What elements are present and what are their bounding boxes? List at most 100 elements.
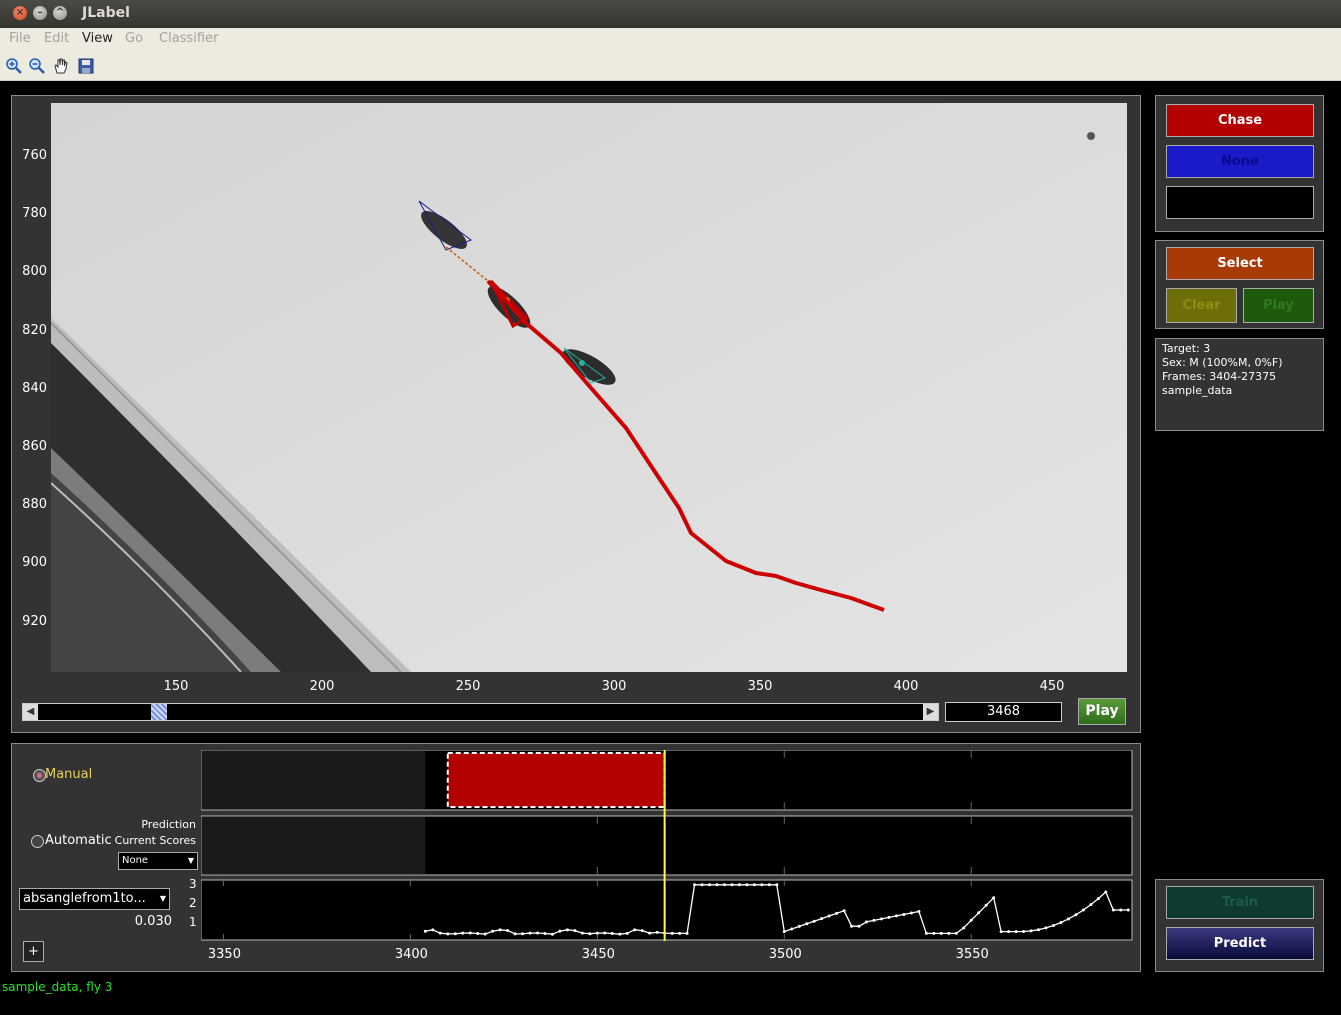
feature-point	[850, 924, 854, 928]
feature-select-value: absanglefrom1to...	[23, 891, 146, 906]
feature-plot-track[interactable]	[201, 879, 1133, 941]
no-data-region	[202, 751, 426, 809]
frames-text: Frames: 3404-27375	[1162, 370, 1277, 383]
feature-point	[536, 931, 540, 935]
feature-point	[700, 883, 704, 887]
feature-point	[595, 931, 599, 935]
feature-point	[820, 917, 824, 921]
slider-left-arrow-icon[interactable]: ◀	[23, 704, 38, 720]
predict-button[interactable]: Predict	[1166, 927, 1314, 960]
feature-point	[513, 932, 517, 936]
timeline-y-tick: 3	[189, 877, 197, 891]
zoom-out-icon[interactable]	[28, 57, 46, 75]
feature-point	[715, 883, 719, 887]
scores-select[interactable]: None ▼	[118, 852, 198, 870]
feature-point	[423, 929, 427, 933]
save-icon[interactable]	[77, 57, 95, 75]
feature-point	[947, 931, 951, 935]
menu-classifier[interactable]: Classifier	[159, 31, 218, 46]
slider-right-arrow-icon[interactable]: ▶	[923, 704, 938, 720]
video-x-tick: 400	[893, 679, 919, 694]
feature-point	[805, 922, 809, 926]
video-frame[interactable]	[51, 103, 1127, 672]
slider-thumb[interactable]	[151, 704, 168, 720]
feature-point	[678, 931, 682, 935]
minimize-window-icon[interactable]: –	[33, 6, 47, 20]
video-x-tick: 300	[601, 679, 627, 694]
frame-number-input[interactable]: 3468	[945, 702, 1062, 722]
feature-point	[685, 931, 689, 935]
none-label-button[interactable]: None	[1166, 145, 1314, 178]
fly-center	[579, 360, 585, 366]
menu-go[interactable]: Go	[125, 31, 143, 46]
menu-edit[interactable]: Edit	[44, 31, 69, 46]
chase-label-button[interactable]: Chase	[1166, 104, 1314, 137]
feature-point	[782, 930, 786, 934]
feature-point	[1059, 921, 1063, 925]
frame-slider[interactable]: ◀ ▶	[22, 703, 939, 721]
feature-point	[1044, 926, 1048, 930]
feature-point	[1119, 908, 1123, 912]
add-feature-button[interactable]: +	[23, 941, 44, 962]
pan-hand-icon[interactable]	[52, 57, 70, 75]
feature-point	[1029, 929, 1033, 933]
feature-point	[1074, 913, 1078, 917]
feature-point	[543, 932, 547, 936]
feature-point	[446, 932, 450, 936]
feature-point	[722, 883, 726, 887]
feature-point	[648, 931, 652, 935]
timeline-tracks[interactable]	[201, 750, 1133, 942]
chevron-down-icon: ▼	[159, 894, 166, 903]
timeline-y-tick: 1	[189, 915, 197, 929]
video-x-tick: 150	[163, 679, 189, 694]
automatic-radio[interactable]	[31, 835, 44, 848]
feature-point	[737, 883, 741, 887]
feature-select[interactable]: absanglefrom1to... ▼	[19, 888, 170, 910]
train-button[interactable]: Train	[1166, 886, 1314, 919]
video-x-tick: 250	[455, 679, 481, 694]
feature-point	[453, 932, 457, 936]
timeline-x-tick: 3550	[955, 947, 989, 962]
feature-point	[887, 915, 891, 919]
select-button[interactable]: Select	[1166, 247, 1314, 280]
no-data-region	[202, 817, 426, 874]
feature-point	[969, 918, 973, 922]
feature-point	[1007, 930, 1011, 934]
clear-button[interactable]: Clear	[1166, 288, 1237, 323]
feature-point	[932, 931, 936, 935]
feature-point	[550, 932, 554, 936]
chase-label-bout[interactable]	[446, 752, 666, 808]
feature-point	[438, 931, 442, 935]
feature-point	[625, 931, 629, 935]
feature-point	[1096, 897, 1100, 901]
close-window-icon[interactable]: ×	[13, 6, 27, 20]
video-y-tick: 920	[22, 613, 47, 629]
select-panel: Select Clear Play	[1155, 240, 1324, 329]
menu-file[interactable]: File	[9, 31, 31, 46]
play-selection-button[interactable]: Play	[1243, 288, 1314, 323]
unlabeled-button[interactable]	[1166, 186, 1314, 219]
play-video-button[interactable]: Play	[1078, 698, 1126, 725]
feature-point	[730, 883, 734, 887]
feature-point	[618, 932, 622, 936]
feature-point	[588, 932, 592, 936]
feature-point	[655, 930, 659, 934]
video-x-tick: 350	[747, 679, 773, 694]
maximize-window-icon[interactable]: ^	[53, 6, 67, 20]
feature-point	[865, 920, 869, 924]
timeline-x-tick: 3350	[207, 947, 241, 962]
feature-point	[1104, 890, 1108, 894]
sex-text: Sex: M (100%M, 0%F)	[1162, 356, 1283, 369]
feature-value: 0.030	[134, 914, 172, 929]
menu-view[interactable]: View	[82, 31, 113, 46]
feature-point	[962, 926, 966, 930]
feature-point	[610, 932, 614, 936]
video-x-tick: 200	[309, 679, 335, 694]
feature-point	[483, 932, 487, 936]
zoom-in-icon[interactable]	[5, 57, 23, 75]
feature-point	[461, 931, 465, 935]
current-scores-label: Current Scores	[114, 834, 196, 847]
feature-point	[580, 931, 584, 935]
target-text: Target: 3	[1162, 342, 1211, 355]
feature-point	[633, 928, 637, 932]
